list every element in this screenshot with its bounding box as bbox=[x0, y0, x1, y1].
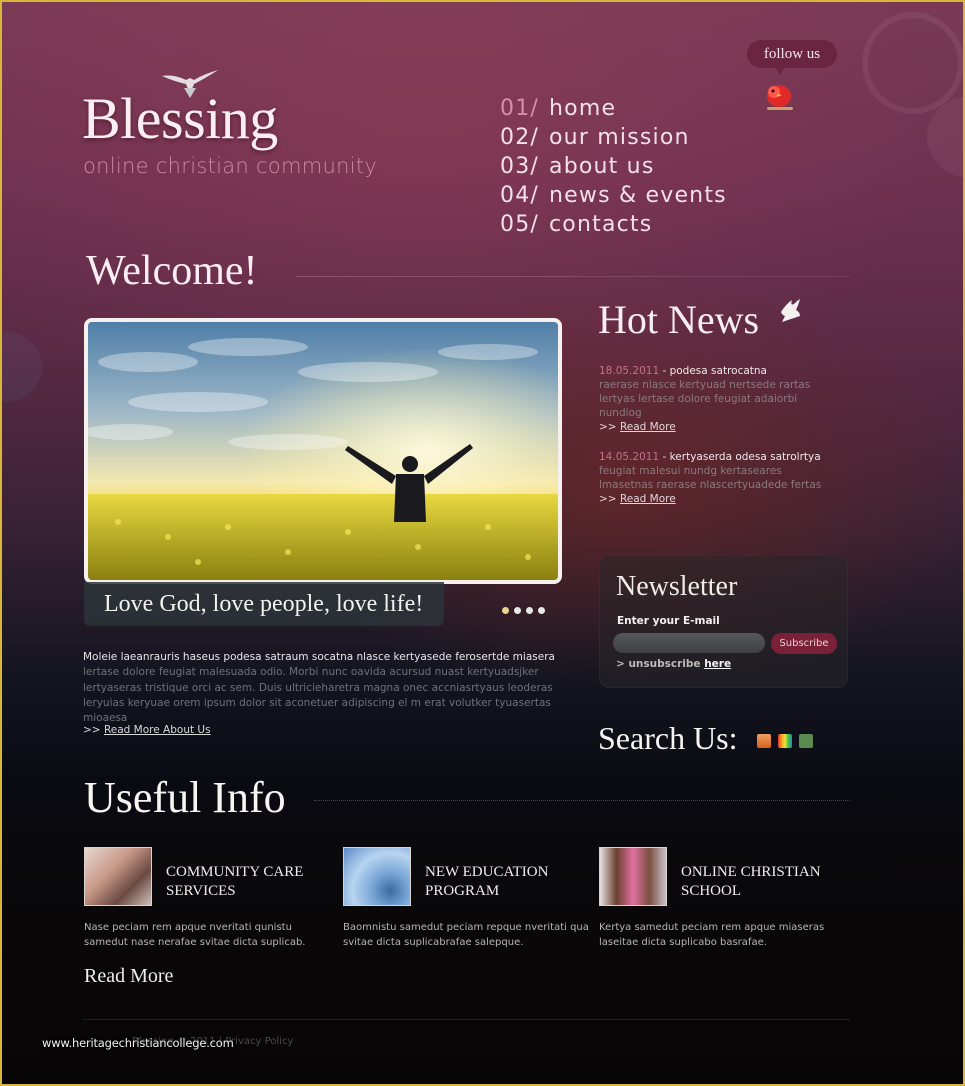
title-line: SERVICES bbox=[166, 883, 236, 899]
main-nav: 01/home 02/our mission 03/about us 04/ne… bbox=[500, 94, 727, 239]
twitter-bird-icon[interactable] bbox=[762, 80, 798, 116]
intro-lead: Moleie laeanrauris haseus podesa satraum… bbox=[83, 651, 555, 663]
unsubscribe-row: > unsubscribe here bbox=[616, 658, 731, 670]
nav-item-contacts[interactable]: 05/contacts bbox=[500, 210, 727, 239]
news-separator: - bbox=[659, 451, 670, 463]
watermark-text: www.heritagechristiancollege.com bbox=[42, 1036, 234, 1050]
link-prefix: >> bbox=[599, 421, 617, 433]
welcome-intro-text: Moleie laeanrauris haseus podesa satraum… bbox=[83, 650, 563, 726]
unsubscribe-link[interactable]: here bbox=[704, 658, 731, 670]
nav-item-home[interactable]: 01/home bbox=[500, 94, 727, 123]
nav-label: our mission bbox=[549, 125, 690, 150]
welcome-heading: Welcome! bbox=[86, 248, 258, 294]
nav-label: contacts bbox=[549, 212, 653, 237]
hero-slideshow-image[interactable] bbox=[84, 318, 562, 584]
news-item: 14.05.2011 - kertyaserda odesa satrolrty… bbox=[599, 450, 859, 506]
nav-number: 02/ bbox=[500, 125, 540, 150]
bokeh-decoration bbox=[862, 12, 963, 114]
nav-label: news & events bbox=[549, 183, 727, 208]
useful-info-divider bbox=[314, 800, 850, 802]
title-line: SCHOOL bbox=[681, 883, 742, 899]
slide-dot-4[interactable] bbox=[538, 607, 545, 614]
title-line: COMMUNITY CARE bbox=[166, 864, 304, 880]
dove-icon bbox=[781, 299, 800, 322]
unsubscribe-label: > unsubscribe bbox=[616, 658, 701, 670]
family-thumbnail[interactable] bbox=[599, 847, 667, 906]
read-more-about-us: >> Read More About Us bbox=[83, 724, 211, 736]
news-headline: podesa satrocatna bbox=[669, 365, 767, 377]
praying-hands-thumbnail[interactable] bbox=[84, 847, 152, 906]
field-sky-illustration bbox=[88, 322, 558, 580]
logo-title[interactable]: Blessing bbox=[82, 90, 278, 148]
slide-pagination bbox=[502, 599, 550, 618]
footer-divider bbox=[84, 1019, 849, 1020]
nav-item-our-mission[interactable]: 02/our mission bbox=[500, 123, 727, 152]
news-read-more-link[interactable]: Read More bbox=[620, 421, 676, 433]
follow-us-button[interactable]: follow us bbox=[747, 40, 837, 75]
news-date: 14.05.2011 bbox=[599, 451, 660, 463]
nav-item-about-us[interactable]: 03/about us bbox=[500, 152, 727, 181]
newsletter-panel: Newsletter Enter your E-mail Subscribe >… bbox=[599, 555, 848, 688]
info-card-title[interactable]: NEW EDUCATION PROGRAM bbox=[425, 863, 595, 901]
intro-body: lertase dolore feugiat malesuada odio. M… bbox=[83, 666, 553, 725]
nav-label: home bbox=[549, 96, 617, 121]
read-more-button[interactable]: Read More bbox=[84, 965, 173, 988]
useful-info-heading: Useful Info bbox=[84, 773, 286, 822]
link-prefix: >> bbox=[599, 493, 617, 505]
page-frame: Blessing online christian community 01/h… bbox=[0, 0, 965, 1086]
news-read-more-link[interactable]: Read More bbox=[620, 493, 676, 505]
link-prefix: >> bbox=[83, 724, 101, 736]
news-item: 18.05.2011 - podesa satrocatna raerase n… bbox=[599, 364, 859, 434]
dove-globe-thumbnail[interactable] bbox=[343, 847, 411, 906]
logo-subtitle: online christian community bbox=[83, 154, 378, 178]
info-card-text: Kertya samedut peciam rem apque miaseras… bbox=[599, 922, 825, 948]
slide-dot-1[interactable] bbox=[502, 607, 509, 614]
nav-number: 03/ bbox=[500, 154, 540, 179]
title-line: NEW EDUCATION bbox=[425, 864, 549, 880]
title-line: PROGRAM bbox=[425, 883, 500, 899]
welcome-divider bbox=[296, 276, 850, 277]
news-date: 18.05.2011 bbox=[599, 365, 660, 377]
info-card-title[interactable]: COMMUNITY CARE SERVICES bbox=[166, 863, 336, 901]
read-more-about-us-link[interactable]: Read More About Us bbox=[104, 724, 211, 736]
bokeh-decoration bbox=[2, 332, 42, 402]
slide-caption: Love God, love people, love life! bbox=[84, 582, 444, 626]
nav-number: 01/ bbox=[500, 96, 540, 121]
news-separator: - bbox=[659, 365, 670, 377]
newsletter-heading: Newsletter bbox=[616, 571, 738, 602]
slide-dot-2[interactable] bbox=[514, 607, 521, 614]
evernote-icon[interactable] bbox=[799, 734, 813, 748]
news-body: feugiat malesui nundg kertaseares lmaset… bbox=[599, 465, 822, 491]
title-line: ONLINE CHRISTIAN bbox=[681, 864, 821, 880]
nav-label: about us bbox=[549, 154, 655, 179]
email-label: Enter your E-mail bbox=[617, 615, 720, 627]
hot-news-heading: Hot News bbox=[598, 297, 760, 342]
email-input[interactable] bbox=[613, 633, 765, 653]
subscribe-button[interactable]: Subscribe bbox=[771, 633, 837, 654]
news-body: raerase nlasce kertyuad nertsede rartas … bbox=[599, 379, 811, 419]
nav-item-news-events[interactable]: 04/news & events bbox=[500, 181, 727, 210]
news-headline: kertyaserda odesa satrolrtya bbox=[669, 451, 821, 463]
orange-social-icon[interactable] bbox=[757, 734, 771, 748]
nav-number: 05/ bbox=[500, 212, 540, 237]
info-card-text: Nase peciam rem apque nveritati qunistu … bbox=[84, 922, 306, 948]
rainbow-social-icon[interactable] bbox=[778, 734, 792, 748]
nav-number: 04/ bbox=[500, 183, 540, 208]
info-card-text: Baomnistu samedut peciam repque nveritat… bbox=[343, 922, 589, 948]
bokeh-decoration bbox=[927, 97, 963, 177]
search-us-heading: Search Us: bbox=[598, 720, 738, 756]
info-card-title[interactable]: ONLINE CHRISTIAN SCHOOL bbox=[681, 863, 851, 901]
slide-dot-3[interactable] bbox=[526, 607, 533, 614]
